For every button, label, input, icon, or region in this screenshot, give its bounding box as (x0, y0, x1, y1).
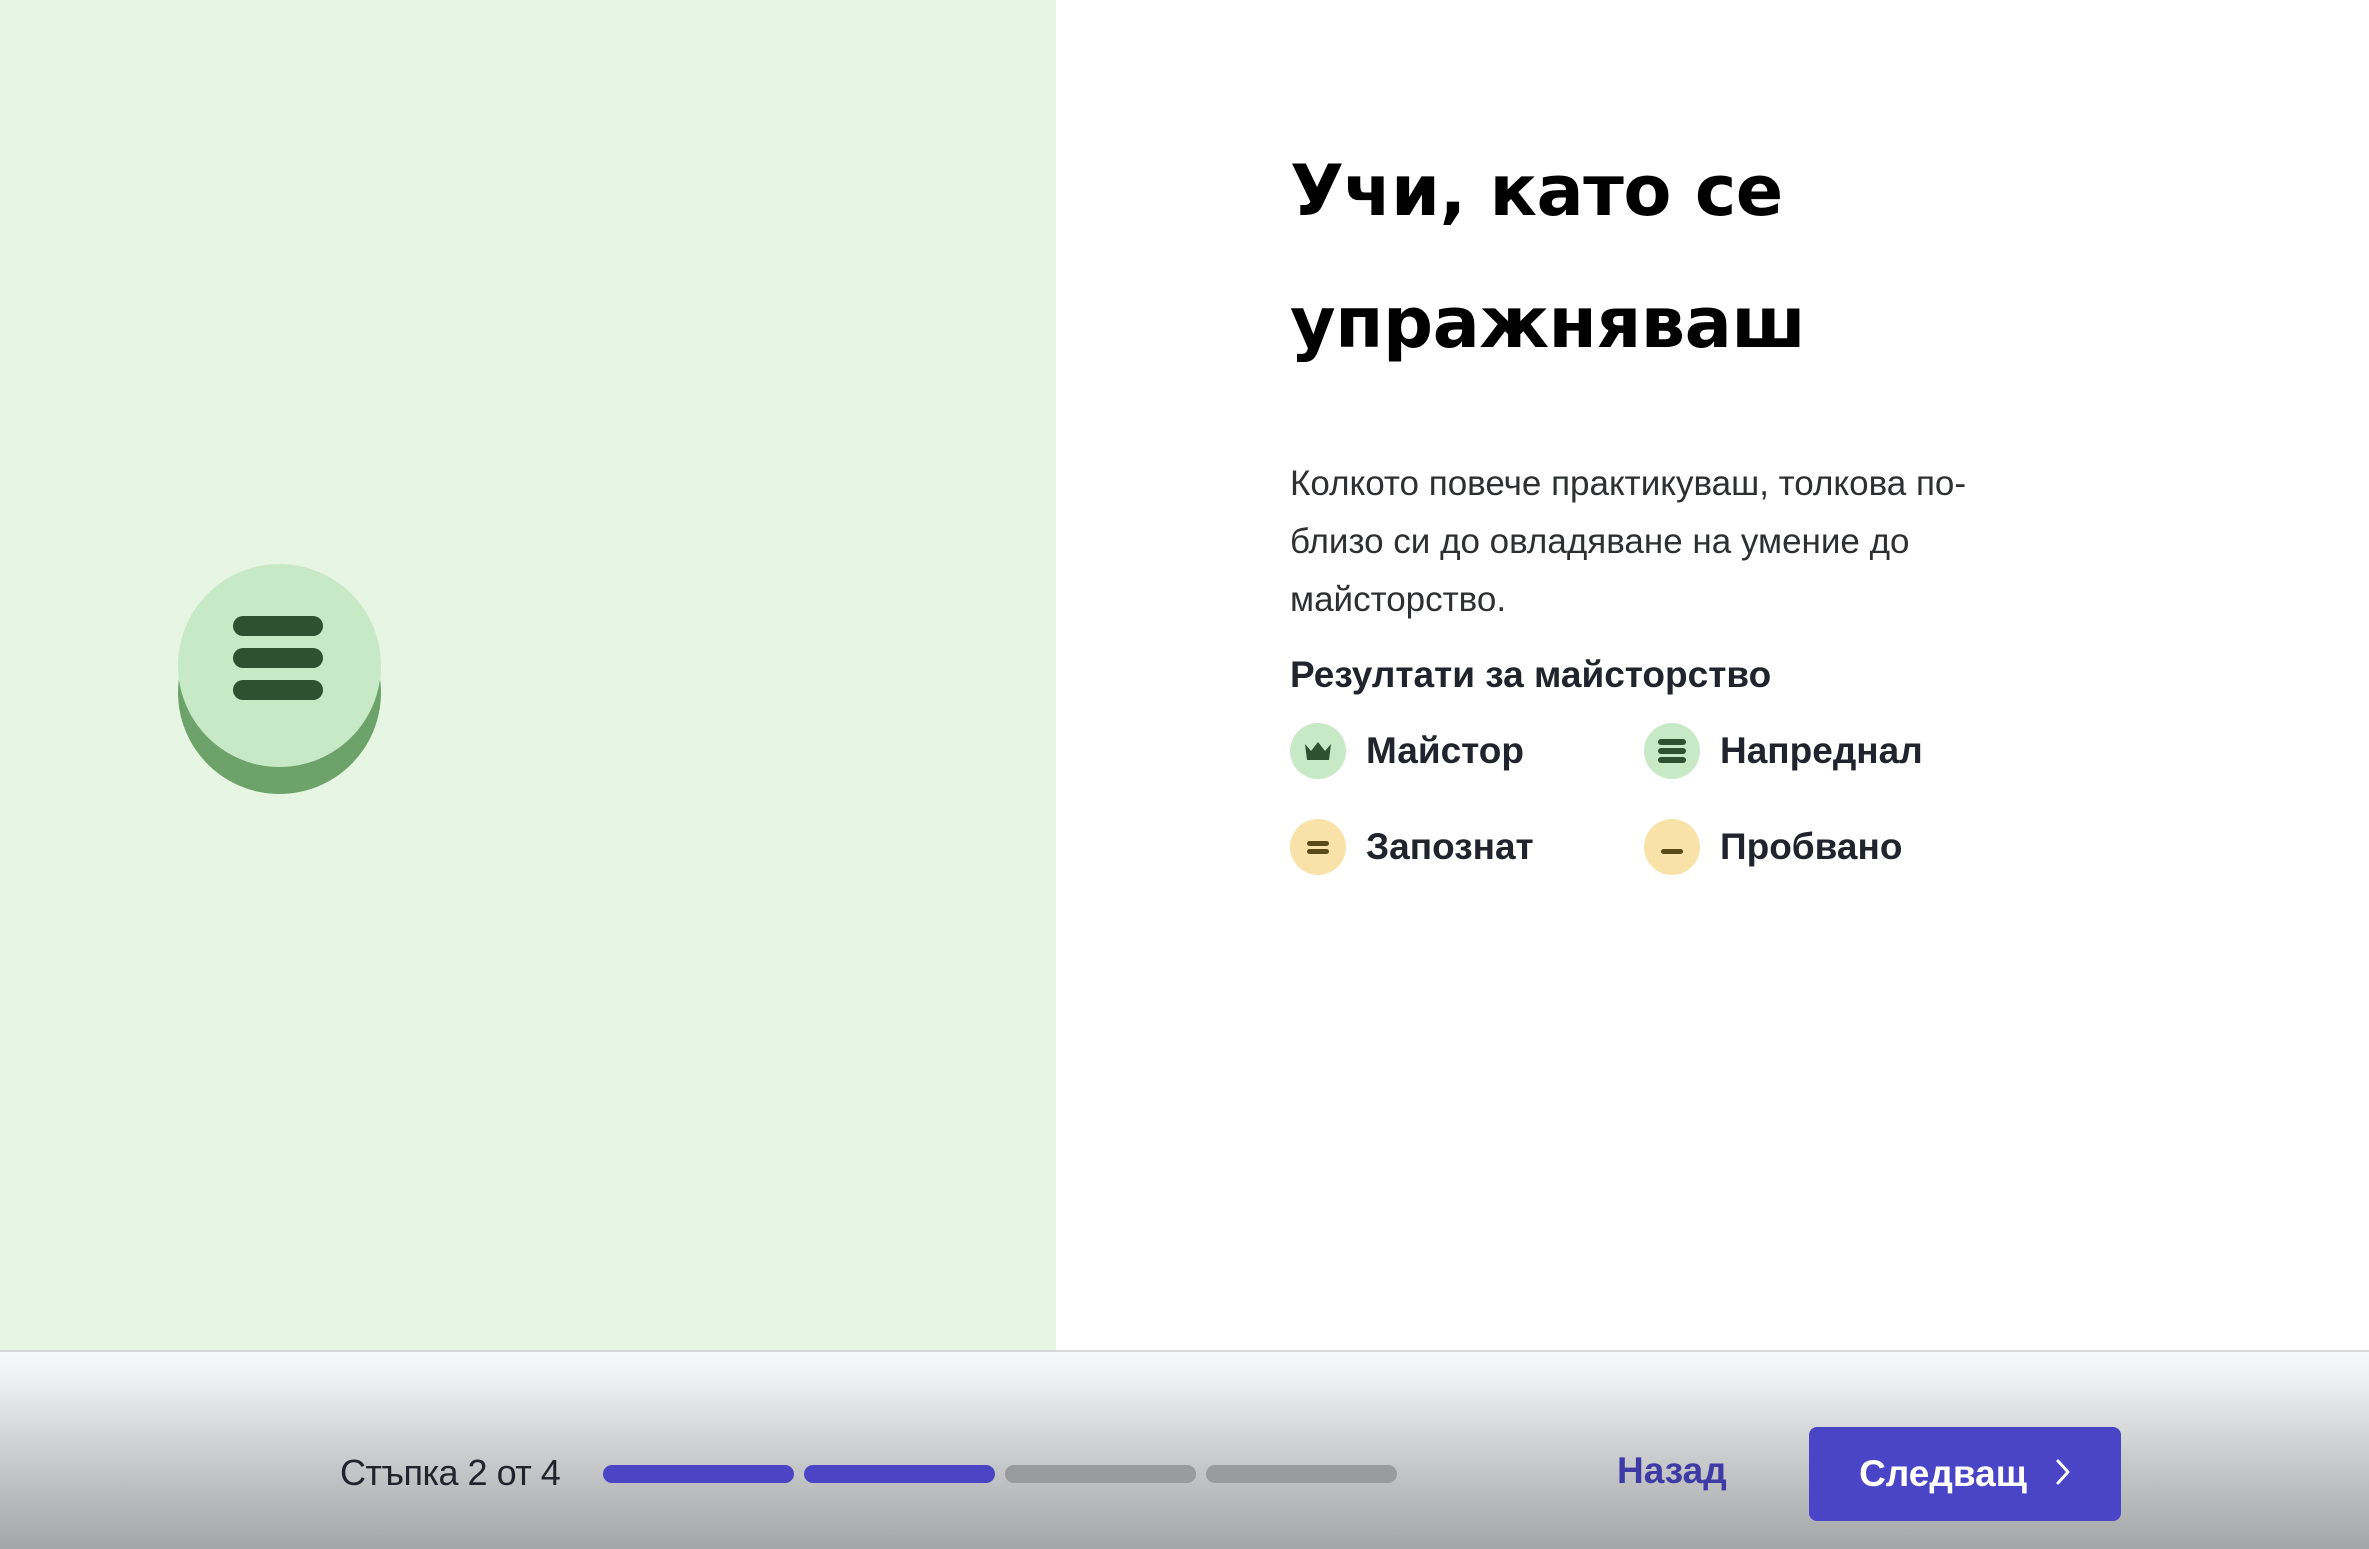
next-button[interactable]: Следващ (1809, 1427, 2121, 1521)
intro-description: Колкото повече практикуваш, толкова по- … (1290, 464, 1967, 619)
three-bars-icon (1644, 723, 1700, 779)
two-bars-icon (1290, 819, 1346, 875)
onboarding-modal: Учи, като се упражняваш Колкото повече п… (0, 0, 2369, 1549)
legend-item-proficient: Напреднал (1644, 721, 1923, 781)
back-button[interactable]: Назад (1617, 1450, 1727, 1492)
progress-segment (1005, 1465, 1196, 1483)
chevron-right-icon (2055, 1453, 2071, 1495)
legend-item-mastered: Майстор (1290, 721, 1524, 781)
intro-content: Учи, като се упражняваш Колкото повече п… (1290, 125, 2090, 901)
progress-segment (1206, 1465, 1397, 1483)
legend-item-familiar: Запознат (1290, 817, 1534, 877)
crown-icon (1290, 723, 1346, 779)
one-bar-icon (1644, 819, 1700, 875)
legend-item-attempted: Пробвано (1644, 817, 1902, 877)
progress-segment (804, 1465, 995, 1483)
next-button-label: Следващ (1859, 1453, 2027, 1494)
results-heading: Резултати за майсторство (1290, 654, 1772, 695)
footer-bar: Стъпка 2 от 4 Назад Следващ (0, 1350, 2369, 1549)
mastery-legend: Майстор Напреднал Запознат Пробвано (1290, 721, 2090, 901)
step-progress-bar (603, 1465, 1397, 1483)
illustration-panel (0, 0, 1056, 1350)
proficient-badge-icon (178, 564, 381, 794)
page-title: Учи, като се упражняваш (1290, 150, 1806, 364)
progress-segment (603, 1465, 794, 1483)
step-indicator: Стъпка 2 от 4 (340, 1452, 561, 1493)
